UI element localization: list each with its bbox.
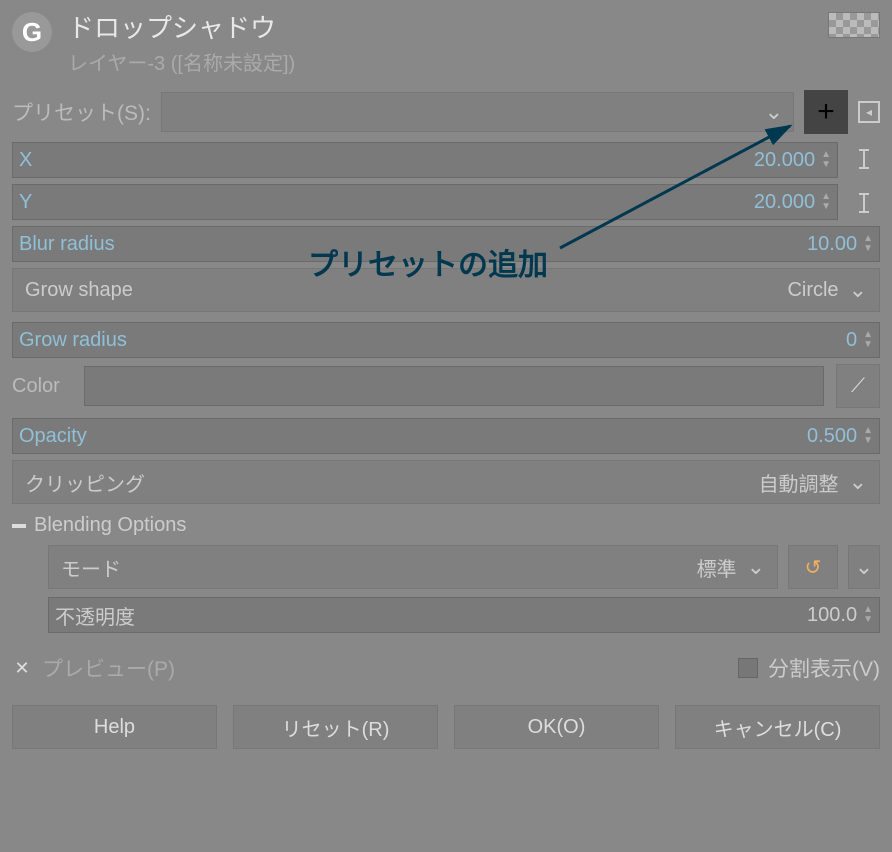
grow-shape-label: Grow shape bbox=[25, 279, 787, 302]
y-label: Y bbox=[19, 191, 32, 214]
spinner-icon[interactable]: ▲▼ bbox=[863, 606, 873, 624]
collapse-icon bbox=[12, 524, 26, 528]
blur-radius-input[interactable]: Blur radius 10.00 ▲▼ bbox=[12, 226, 880, 262]
plus-icon: + bbox=[817, 95, 835, 129]
mode-label: モード bbox=[61, 553, 697, 582]
blend-mode-dropdown[interactable]: モード 標準 ⌄ bbox=[48, 545, 778, 589]
chevron-down-icon: ⌄ bbox=[855, 554, 873, 580]
blending-title: Blending Options bbox=[34, 514, 186, 537]
layer-subtitle: レイヤー-3 ([名称未設定]) bbox=[68, 47, 828, 76]
color-swatch-button[interactable] bbox=[84, 366, 824, 406]
transparency-checker-icon bbox=[828, 12, 880, 38]
blending-options-expander[interactable]: Blending Options bbox=[12, 514, 880, 537]
blend-opacity-value: 100.0 bbox=[135, 604, 863, 627]
preview-label: プレビュー(P) bbox=[42, 653, 175, 683]
add-preset-button[interactable]: + bbox=[804, 90, 848, 134]
mode-submenu-button[interactable]: ⌄ bbox=[848, 545, 880, 589]
spinner-icon[interactable]: ▲▼ bbox=[863, 427, 873, 445]
grow-radius-label: Grow radius bbox=[19, 329, 127, 352]
chain-link-button[interactable] bbox=[848, 142, 880, 220]
dialog-header: G ドロップシャドウ レイヤー-3 ([名称未設定]) bbox=[0, 0, 892, 82]
y-value: 20.000 bbox=[32, 191, 821, 214]
opacity-input[interactable]: Opacity 0.500 ▲▼ bbox=[12, 418, 880, 454]
spinner-icon[interactable]: ▲▼ bbox=[863, 331, 873, 349]
blend-opacity-input[interactable]: 不透明度 100.0 ▲▼ bbox=[48, 597, 880, 633]
chevron-down-icon: ⌄ bbox=[849, 469, 867, 495]
spinner-icon[interactable]: ▲▼ bbox=[863, 235, 873, 253]
spinner-icon[interactable]: ▲▼ bbox=[821, 193, 831, 211]
opacity-label: Opacity bbox=[19, 425, 87, 448]
y-input[interactable]: Y 20.000 ▲▼ bbox=[12, 184, 838, 220]
split-view-label: 分割表示(V) bbox=[768, 653, 880, 683]
preview-checkbox[interactable]: ✕ bbox=[12, 658, 32, 678]
blend-opacity-label: 不透明度 bbox=[55, 601, 135, 630]
cancel-button[interactable]: キャンセル(C) bbox=[675, 705, 880, 749]
dialog-title: ドロップシャドウ bbox=[68, 8, 828, 45]
grow-shape-value: Circle bbox=[787, 279, 838, 302]
reset-icon: ↺ bbox=[805, 555, 822, 580]
help-button[interactable]: Help bbox=[12, 705, 217, 749]
eyedropper-icon: ⟋ bbox=[851, 375, 865, 398]
ok-button[interactable]: OK(O) bbox=[454, 705, 659, 749]
x-value: 20.000 bbox=[32, 149, 821, 172]
preset-menu-button[interactable]: ◂ bbox=[858, 101, 880, 123]
gimp-icon: G bbox=[12, 12, 52, 52]
grow-radius-input[interactable]: Grow radius 0 ▲▼ bbox=[12, 322, 880, 358]
clipping-label: クリッピング bbox=[25, 468, 759, 497]
preset-label: プリセット(S): bbox=[12, 97, 151, 127]
grow-shape-dropdown[interactable]: Grow shape Circle ⌄ bbox=[12, 268, 880, 312]
preset-dropdown[interactable]: ⌄ bbox=[161, 92, 794, 132]
opacity-value: 0.500 bbox=[87, 425, 863, 448]
spinner-icon[interactable]: ▲▼ bbox=[821, 151, 831, 169]
chevron-down-icon: ⌄ bbox=[849, 277, 867, 303]
x-label: X bbox=[19, 149, 32, 172]
blur-value: 10.00 bbox=[115, 233, 863, 256]
clipping-value: 自動調整 bbox=[759, 468, 839, 497]
x-input[interactable]: X 20.000 ▲▼ bbox=[12, 142, 838, 178]
split-view-checkbox[interactable] bbox=[738, 658, 758, 678]
mode-reset-button[interactable]: ↺ bbox=[788, 545, 838, 589]
mode-value: 標準 bbox=[697, 553, 737, 582]
chevron-down-icon: ⌄ bbox=[765, 99, 783, 125]
chevron-down-icon: ⌄ bbox=[747, 554, 765, 580]
blur-label: Blur radius bbox=[19, 233, 115, 256]
eyedropper-button[interactable]: ⟋ bbox=[836, 364, 880, 408]
grow-radius-value: 0 bbox=[127, 329, 863, 352]
color-label: Color bbox=[12, 375, 72, 398]
triangle-left-icon: ◂ bbox=[866, 105, 872, 119]
reset-button[interactable]: リセット(R) bbox=[233, 705, 438, 749]
clipping-dropdown[interactable]: クリッピング 自動調整 ⌄ bbox=[12, 460, 880, 504]
